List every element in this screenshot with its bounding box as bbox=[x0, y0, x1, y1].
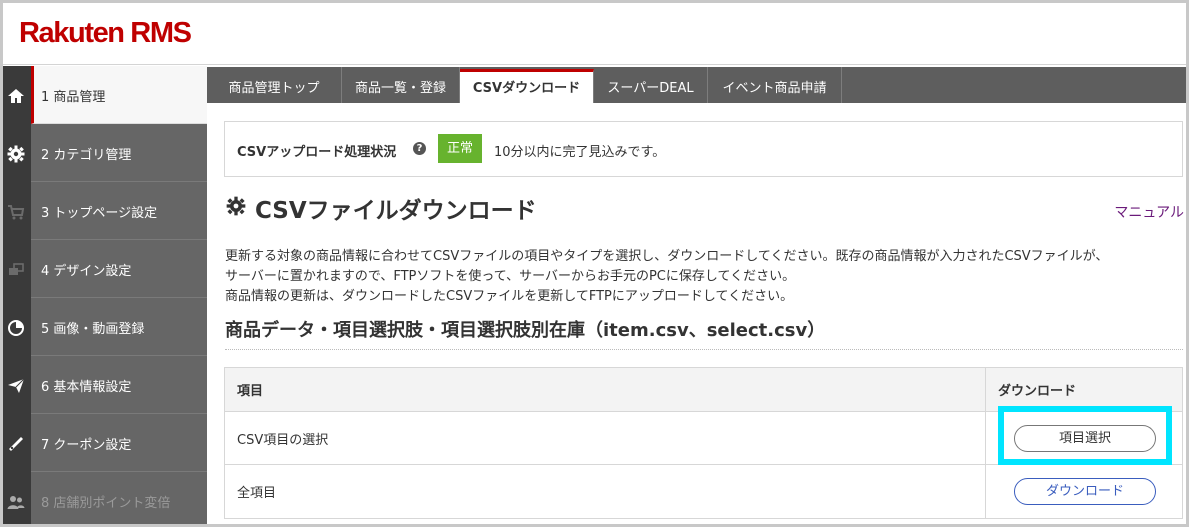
design-icon bbox=[9, 263, 24, 275]
gear-icon bbox=[7, 145, 25, 163]
gear-icon bbox=[226, 196, 246, 216]
sidebar-item-label: 1 商品管理 bbox=[41, 90, 106, 105]
description-line: 更新する対象の商品情報に合わせてCSVファイルの項目やタイプを選択し、ダウンロー… bbox=[225, 249, 1109, 264]
rakuten-rms-logo[interactable]: Rakuten RMS bbox=[19, 17, 192, 50]
sidebar-item-label: 7 クーポン設定 bbox=[41, 438, 132, 453]
sidebar-item-label: 2 カテゴリ管理 bbox=[41, 148, 132, 163]
section-title: 商品データ・項目選択肢・項目選択肢別在庫（item.csv、select.csv… bbox=[225, 320, 826, 341]
sidebar-item-label: 4 デザイン設定 bbox=[41, 264, 132, 279]
sidebar-item-toppage[interactable]: 3 トップページ設定 bbox=[3, 182, 207, 240]
page-description: 更新する対象の商品情報に合わせてCSVファイルの項目やタイプを選択し、ダウンロー… bbox=[225, 247, 1180, 307]
sidebar-item-label: 8 店舗別ポイント変倍 bbox=[41, 496, 171, 511]
column-header-item: 項目 bbox=[237, 384, 264, 399]
sidebar-item-label: 6 基本情報設定 bbox=[41, 380, 132, 395]
tab-bar: 商品管理トップ 商品一覧・登録 CSVダウンロード スーパーDEAL イベント商… bbox=[207, 67, 1186, 103]
users-icon bbox=[7, 496, 25, 509]
status-badge: 正常 bbox=[438, 134, 482, 163]
status-message: 10分以内に完了見込みです。 bbox=[494, 145, 666, 160]
highlight-box bbox=[998, 406, 1172, 465]
sidebar-item-product[interactable]: 1 商品管理 bbox=[3, 66, 207, 124]
tab-event-product[interactable]: イベント商品申請 bbox=[708, 67, 842, 103]
page-title: CSVファイルダウンロード bbox=[255, 198, 537, 224]
sidebar-item-label: 5 画像・動画登録 bbox=[41, 322, 145, 337]
row-item-label: CSV項目の選択 bbox=[237, 432, 329, 448]
header: Rakuten RMS bbox=[3, 3, 1186, 65]
sidebar-item-image[interactable]: 5 画像・動画登録 bbox=[3, 298, 207, 356]
sidebar: 1 商品管理 2 カテゴリ管理 3 トップページ設定 4 デザイン設定 5 画像… bbox=[3, 66, 207, 527]
download-button[interactable]: ダウンロード bbox=[1014, 478, 1156, 505]
home-icon bbox=[8, 89, 24, 103]
sidebar-item-category[interactable]: 2 カテゴリ管理 bbox=[3, 124, 207, 182]
tab-csv-download[interactable]: CSVダウンロード bbox=[460, 69, 594, 103]
sidebar-item-basic[interactable]: 6 基本情報設定 bbox=[3, 356, 207, 414]
help-icon[interactable]: ? bbox=[413, 142, 426, 155]
csv-upload-status: CSVアップロード処理状況 ? 正常 10分以内に完了見込みです。 bbox=[224, 121, 1183, 177]
tab-product-list[interactable]: 商品一覧・登録 bbox=[342, 67, 460, 103]
divider bbox=[225, 349, 1183, 350]
sidebar-item-point[interactable]: 8 店舗別ポイント変倍 bbox=[3, 472, 207, 527]
sidebar-item-design[interactable]: 4 デザイン設定 bbox=[3, 240, 207, 298]
sidebar-item-coupon[interactable]: 7 クーポン設定 bbox=[3, 414, 207, 472]
table-row: 全項目 ダウンロード bbox=[225, 465, 1182, 518]
manual-link[interactable]: マニュアル bbox=[1114, 202, 1184, 222]
tab-super-deal[interactable]: スーパーDEAL bbox=[594, 67, 708, 103]
coupon-icon bbox=[9, 437, 23, 451]
status-label: CSVアップロード処理状況 bbox=[237, 145, 397, 160]
description-line: 商品情報の更新は、ダウンロードしたCSVファイルを更新してFTPにアップロードし… bbox=[225, 289, 794, 304]
pie-icon bbox=[8, 320, 24, 336]
description-line: サーバーに置かれますので、FTPソフトを使って、サーバーからお手元のPCに保存し… bbox=[225, 269, 796, 284]
tab-product-top[interactable]: 商品管理トップ bbox=[207, 67, 342, 103]
row-item-label: 全項目 bbox=[237, 486, 277, 501]
column-header-download: ダウンロード bbox=[998, 384, 1077, 399]
cart-icon bbox=[8, 205, 25, 220]
sidebar-item-label: 3 トップページ設定 bbox=[41, 206, 158, 221]
send-icon bbox=[8, 378, 25, 393]
